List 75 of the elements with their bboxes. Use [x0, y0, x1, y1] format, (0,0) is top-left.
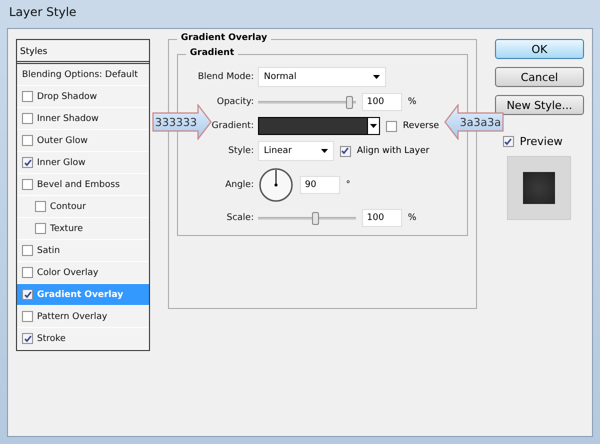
angle-dial[interactable]: [258, 167, 294, 203]
checkbox[interactable]: [35, 201, 46, 212]
checkbox[interactable]: [22, 113, 33, 124]
callout-arrow: [152, 104, 212, 140]
field-label: Style:: [228, 146, 254, 156]
style-label: Color Overlay: [37, 268, 98, 278]
unit-label: %: [408, 97, 416, 107]
checkbox[interactable]: [22, 179, 33, 190]
checkbox[interactable]: [35, 223, 46, 234]
style-label: Blending Options: Default: [22, 70, 138, 80]
field-label: Blend Mode:: [198, 72, 254, 82]
style-select[interactable]: Linear: [258, 141, 334, 161]
style-list-item[interactable]: Stroke: [17, 328, 149, 350]
dropdown-arrow-icon: [372, 75, 380, 79]
field-label: Gradient:: [212, 121, 254, 131]
checkbox[interactable]: [502, 136, 514, 147]
style-label: Stroke: [37, 334, 66, 344]
dropdown-arrow-icon: [370, 124, 377, 128]
checkbox[interactable]: [22, 245, 33, 256]
slider-thumb[interactable]: [346, 96, 354, 108]
dropdown-arrow-icon: [320, 149, 328, 153]
style-list-item[interactable]: Contour: [17, 196, 149, 218]
dialog-button[interactable]: Cancel: [494, 67, 584, 87]
style-list-item[interactable]: Drop Shadow: [17, 86, 149, 108]
angle-field[interactable]: 90: [300, 176, 340, 194]
style-list-item[interactable]: Texture: [17, 218, 149, 240]
checkbox[interactable]: [22, 289, 33, 300]
checkbox[interactable]: [386, 120, 397, 132]
preview-swatch: [506, 156, 571, 220]
scale-field[interactable]: 100: [362, 209, 402, 227]
checkbox[interactable]: [22, 311, 33, 322]
blend-mode-select[interactable]: Normal: [258, 67, 386, 87]
unit-label: %: [408, 213, 416, 223]
style-list-item[interactable]: Blending Options: Default: [17, 64, 149, 86]
checkbox-label: Reverse: [402, 121, 440, 131]
callout-arrow: [444, 104, 504, 140]
dialog-button[interactable]: New Style...: [494, 95, 584, 115]
field-label: Opacity:: [216, 97, 254, 107]
checkbox[interactable]: [340, 146, 351, 156]
checkbox[interactable]: [22, 333, 33, 344]
styles-header: Styles: [17, 40, 149, 64]
gradient-picker[interactable]: [258, 117, 380, 135]
checkbox[interactable]: [22, 267, 33, 278]
style-label: Satin: [37, 246, 60, 256]
opacity-field[interactable]: 100: [362, 93, 402, 111]
style-label: Inner Glow: [37, 158, 86, 168]
callout-label: 3a3a3a: [458, 116, 502, 128]
field-label: Angle:: [225, 180, 254, 190]
style-label: Drop Shadow: [37, 92, 98, 102]
checkbox[interactable]: [22, 135, 33, 146]
style-label: Contour: [50, 202, 86, 212]
style-list-item[interactable]: Bevel and Emboss: [17, 174, 149, 196]
unit-label: °: [346, 180, 350, 190]
group-title: Gradient: [186, 48, 238, 58]
checkbox-label: Preview: [520, 135, 563, 148]
style-label: Bevel and Emboss: [37, 180, 120, 190]
window-title: Layer Style: [8, 4, 78, 21]
style-label: Texture: [50, 224, 83, 234]
style-list-item[interactable]: Satin: [17, 240, 149, 262]
style-list-item[interactable]: Outer Glow: [17, 130, 149, 152]
dialog-button[interactable]: OK: [494, 39, 584, 59]
checkbox[interactable]: [22, 157, 33, 168]
slider-thumb[interactable]: [312, 212, 320, 224]
style-label: Inner Shadow: [37, 114, 99, 124]
field-label: Scale:: [226, 213, 254, 223]
style-list-item[interactable]: Pattern Overlay: [17, 306, 149, 328]
style-label: Pattern Overlay: [37, 312, 108, 322]
style-list-item[interactable]: Inner Shadow: [17, 108, 149, 130]
checkbox[interactable]: [22, 91, 33, 102]
callout-label: 333333: [154, 116, 198, 128]
style-label: Gradient Overlay: [37, 290, 124, 300]
section-title: Gradient Overlay: [176, 33, 272, 43]
style-list-item[interactable]: Inner Glow: [17, 152, 149, 174]
checkbox-label: Align with Layer: [356, 146, 430, 156]
style-label: Outer Glow: [37, 136, 88, 146]
